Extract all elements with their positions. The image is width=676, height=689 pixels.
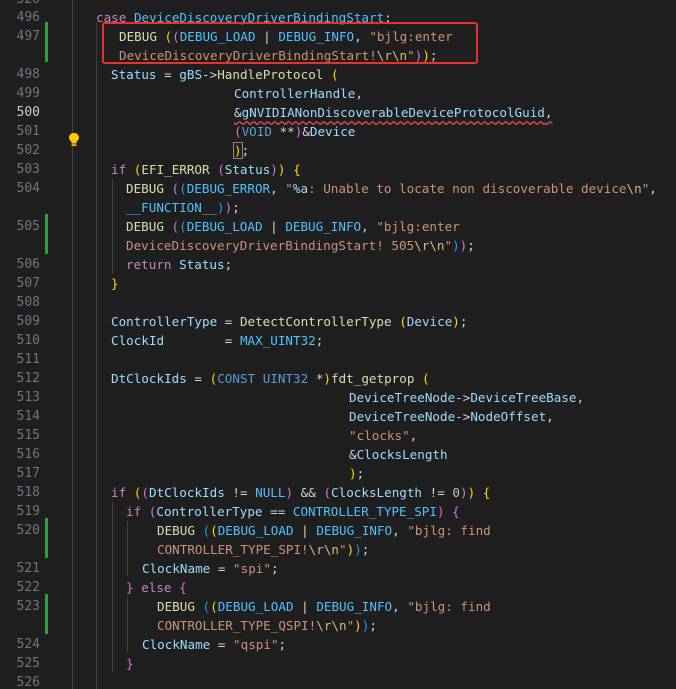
code-line-wrap[interactable]: CONTROLLER_TYPE_SPI!\r\n")); [0,540,676,559]
line-number: 505 [16,219,40,234]
code-text: } [126,656,134,671]
code-text: if (EFI_ERROR (Status)) { [111,162,301,177]
code-line[interactable]: 508 [0,293,676,312]
line-number: 525 [16,656,40,671]
line-number: 518 [16,485,40,500]
line-number: 512 [16,371,40,386]
code-text: DEBUG ((DEBUG_LOAD | DEBUG_INFO, "bjlg: … [157,599,491,614]
code-text: ControllerType = DetectControllerType (D… [111,314,468,329]
code-line[interactable]: 522 } else { [0,578,676,597]
code-line[interactable]: 498 Status = gBS->HandleProtocol ( [0,65,676,84]
code-line[interactable]: 523 DEBUG ((DEBUG_LOAD | DEBUG_INFO, "bj… [0,597,676,616]
code-text: DeviceTreeNode->DeviceTreeBase, [349,390,585,405]
code-line[interactable]: 514 DeviceTreeNode->NodeOffset, [0,407,676,426]
code-line[interactable]: 510 ClockId = MAX_UINT32; [0,331,676,350]
line-number: 509 [16,314,40,329]
code-text: DeviceDiscoveryDriverBindingStart! 505\r… [126,238,475,253]
code-line[interactable]: 511 [0,350,676,369]
code-text: __FUNCTION__)); [126,200,240,215]
code-text: ClockName = "spi"; [142,561,279,576]
code-line-wrap[interactable]: CONTROLLER_TYPE_QSPI!\r\n")); [0,616,676,635]
line-number: 514 [16,409,40,424]
code-editor[interactable]: 526 496 case DeviceDiscoveryDriverBindin… [0,0,676,689]
line-number: 498 [16,67,40,82]
code-line[interactable]: 525 } [0,654,676,673]
code-line-wrap[interactable]: DeviceDiscoveryDriverBindingStart! 505\r… [0,236,676,255]
line-number: 502 [16,143,40,158]
code-text: CONTROLLER_TYPE_QSPI!\r\n")); [157,618,377,633]
code-text: "clocks", [349,428,418,443]
line-number: 516 [16,447,40,462]
code-text: ); [233,142,250,159]
line-number: 501 [16,124,40,139]
line-number: 510 [16,333,40,348]
line-number: 522 [16,580,40,595]
code-text: &ClocksLength [349,447,448,462]
code-line[interactable]: 506 return Status; [0,255,676,274]
code-line[interactable]: 499 ControllerHandle, [0,84,676,103]
line-number: 497 [16,29,40,44]
code-text: ControllerHandle, [234,86,363,101]
line-number: 526 [16,675,40,689]
line-number: 508 [16,295,40,310]
code-text: ); [349,466,365,481]
code-line[interactable]: 519 if (ControllerType == CONTROLLER_TYP… [0,502,676,521]
code-line[interactable]: 521 ClockName = "spi"; [0,559,676,578]
line-number: 513 [16,390,40,405]
code-line[interactable]: 504 DEBUG ((DEBUG_ERROR, "%a: Unable to … [0,179,676,198]
code-line[interactable]: 502 ); [0,141,676,160]
code-line[interactable]: 517 ); [0,464,676,483]
code-line[interactable]: 509 ControllerType = DetectControllerTyp… [0,312,676,331]
line-number: 496 [16,10,40,25]
code-text: if (ControllerType == CONTROLLER_TYPE_SP… [126,504,460,519]
code-line[interactable]: 507 } [0,274,676,293]
code-text: ClockName = "qspi"; [142,637,287,652]
line-number: 517 [16,466,40,481]
code-text: CONTROLLER_TYPE_SPI!\r\n")); [157,542,370,557]
code-line[interactable]: 503 if (EFI_ERROR (Status)) { [0,160,676,179]
code-line-wrap[interactable]: __FUNCTION__)); [0,198,676,217]
code-line[interactable]: 505 DEBUG ((DEBUG_LOAD | DEBUG_INFO, "bj… [0,217,676,236]
code-text: &gNVIDIANonDiscoverableDeviceProtocolGui… [234,105,553,120]
line-number: 519 [16,504,40,519]
line-number: 511 [16,352,40,367]
code-line[interactable]: 524 ClockName = "qspi"; [0,635,676,654]
line-number: 521 [16,561,40,576]
line-number: 506 [16,257,40,272]
code-text: ClockId = MAX_UINT32; [111,333,324,348]
code-line[interactable]: 518 if ((DtClockIds != NULL) && (ClocksL… [0,483,676,502]
code-line[interactable]: 526 [0,673,676,689]
line-number: 500 [16,105,40,120]
code-line[interactable]: 516 &ClocksLength [0,445,676,464]
line-number: 524 [16,637,40,652]
code-text: return Status; [126,257,233,272]
code-text: Status = gBS->HandleProtocol ( [111,67,339,82]
code-line-active[interactable]: 500 &gNVIDIANonDiscoverableDeviceProtoco… [0,103,676,122]
code-text: (VOID **)&Device [234,124,356,139]
line-number: 520 [16,523,40,538]
code-text: } [111,276,119,291]
code-line[interactable]: 513 DeviceTreeNode->DeviceTreeBase, [0,388,676,407]
code-text: DEBUG ((DEBUG_LOAD | DEBUG_INFO, "bjlg: … [157,523,491,538]
code-line[interactable]: 512 DtClockIds = (CONST UINT32 *)fdt_get… [0,369,676,388]
line-number: 504 [16,181,40,196]
line-number: 503 [16,162,40,177]
line-number: 499 [16,86,40,101]
code-text: DEBUG ((DEBUG_LOAD | DEBUG_INFO, "bjlg:e… [126,219,460,234]
code-text: DEBUG ((DEBUG_ERROR, "%a: Unable to loca… [126,181,657,196]
code-text: if ((DtClockIds != NULL) && (ClocksLengt… [111,485,491,500]
line-number: 515 [16,428,40,443]
code-text: DtClockIds = (CONST UINT32 *)fdt_getprop… [111,371,430,386]
highlight-annotation-box [102,22,478,64]
code-line[interactable]: 501 (VOID **)&Device [0,122,676,141]
code-line[interactable]: 520 DEBUG ((DEBUG_LOAD | DEBUG_INFO, "bj… [0,521,676,540]
code-text: DeviceTreeNode->NodeOffset, [349,409,554,424]
line-number: 507 [16,276,40,291]
line-number: 523 [16,599,40,614]
code-line[interactable]: 515 "clocks", [0,426,676,445]
code-text: } else { [126,580,187,595]
